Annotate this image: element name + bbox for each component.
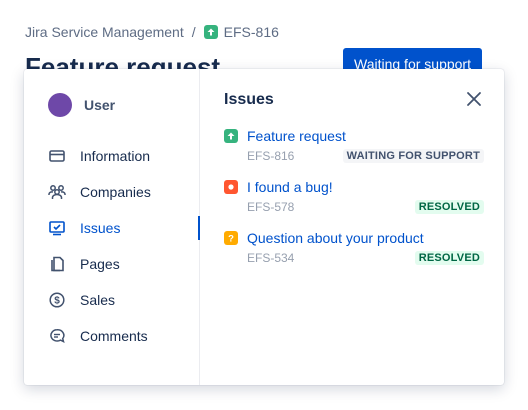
breadcrumb: Jira Service Management / EFS-816 bbox=[25, 24, 279, 40]
breadcrumb-issue-key: EFS-816 bbox=[223, 24, 279, 40]
issues-content: Issues Feature request EFS-816 WAITING F… bbox=[200, 69, 504, 385]
user-name: User bbox=[84, 97, 116, 113]
sidebar-item-label: Issues bbox=[80, 220, 121, 236]
breadcrumb-issue-link[interactable]: EFS-816 bbox=[203, 24, 279, 40]
status-badge: RESOLVED bbox=[414, 200, 484, 214]
avatar bbox=[48, 93, 72, 117]
panel-sidebar: User Information Companies Issues Pages bbox=[24, 69, 200, 385]
issue-key: EFS-534 bbox=[247, 251, 295, 265]
issue-list: Feature request EFS-816 WAITING FOR SUPP… bbox=[224, 126, 484, 267]
sidebar-item-label: Sales bbox=[80, 292, 116, 308]
issue-summary-link[interactable]: Feature request bbox=[247, 128, 346, 144]
sidebar-item-issues[interactable]: Issues bbox=[24, 210, 200, 246]
pages-icon bbox=[48, 255, 66, 273]
sidebar-item-label: Comments bbox=[80, 328, 148, 344]
card-icon bbox=[48, 147, 66, 165]
customer-context-panel: User Information Companies Issues Pages bbox=[24, 69, 504, 385]
screen-icon bbox=[48, 219, 66, 237]
sidebar-item-sales[interactable]: $ Sales bbox=[24, 282, 199, 318]
list-item: I found a bug! EFS-578 RESOLVED bbox=[224, 177, 484, 216]
issue-key: EFS-816 bbox=[247, 149, 295, 163]
issue-key: EFS-578 bbox=[247, 200, 295, 214]
breadcrumb-separator: / bbox=[191, 24, 196, 40]
sidebar-item-comments[interactable]: Comments bbox=[24, 318, 199, 354]
list-item: Feature request EFS-816 WAITING FOR SUPP… bbox=[224, 126, 484, 165]
content-title: Issues bbox=[224, 91, 274, 108]
close-button[interactable] bbox=[464, 89, 484, 109]
sidebar-item-pages[interactable]: Pages bbox=[24, 246, 199, 282]
sidebar-item-label: Information bbox=[80, 148, 151, 164]
status-badge: RESOLVED bbox=[414, 251, 484, 265]
issue-summary-link[interactable]: Question about your product bbox=[247, 230, 424, 246]
story-type-icon bbox=[224, 129, 238, 143]
status-badge: WAITING FOR SUPPORT bbox=[342, 149, 484, 163]
user-row: User bbox=[24, 93, 199, 117]
dollar-icon: $ bbox=[48, 291, 66, 309]
close-icon bbox=[467, 92, 481, 106]
sidebar-item-information[interactable]: Information bbox=[24, 138, 199, 174]
breadcrumb-project-link[interactable]: Jira Service Management bbox=[25, 24, 184, 40]
people-group-icon bbox=[48, 183, 66, 201]
svg-text:?: ? bbox=[228, 234, 234, 243]
sidebar-item-companies[interactable]: Companies bbox=[24, 174, 199, 210]
issue-summary-link[interactable]: I found a bug! bbox=[247, 179, 333, 195]
sidebar-item-label: Companies bbox=[80, 184, 151, 200]
comment-icon bbox=[48, 327, 66, 345]
story-type-icon bbox=[203, 25, 218, 39]
question-type-icon: ? bbox=[224, 231, 238, 245]
sidebar-item-label: Pages bbox=[80, 256, 120, 272]
svg-text:$: $ bbox=[54, 296, 60, 307]
bug-type-icon bbox=[224, 180, 238, 194]
list-item: ? Question about your product EFS-534 RE… bbox=[224, 228, 484, 267]
